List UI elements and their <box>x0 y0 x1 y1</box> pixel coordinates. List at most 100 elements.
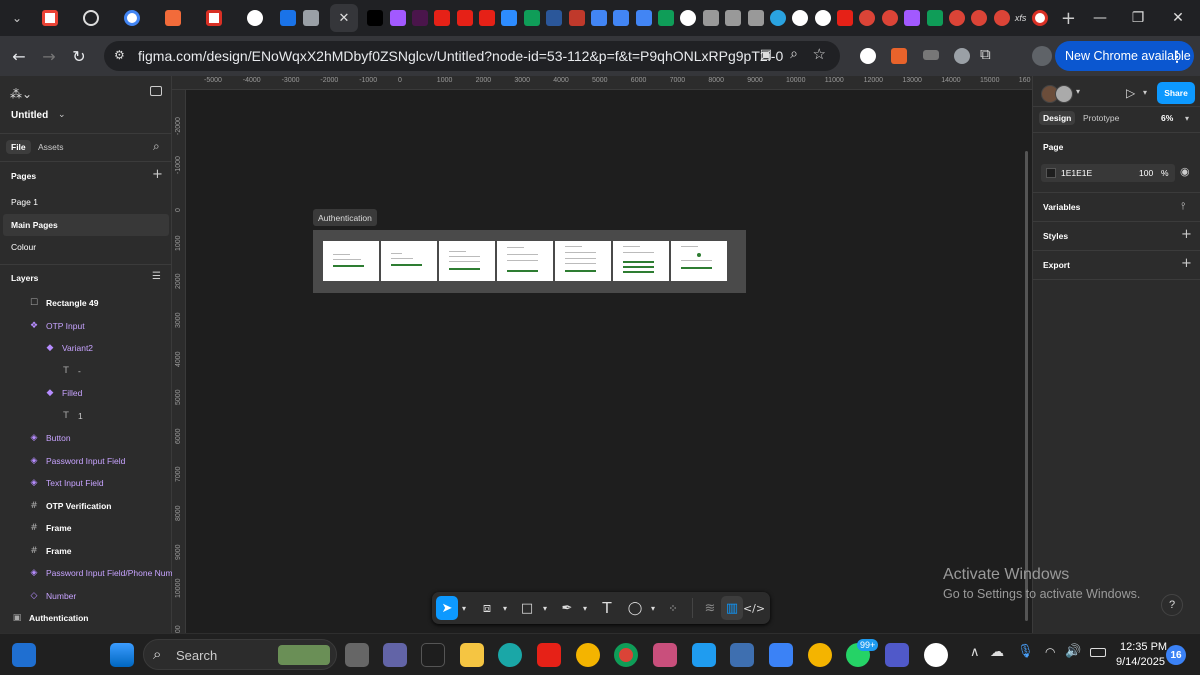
present-chevron-icon[interactable]: ▾ <box>1143 88 1147 97</box>
layer-row[interactable]: ◇ Number <box>28 585 77 607</box>
docs-pinned-tab-icon[interactable] <box>635 10 652 26</box>
layer-row[interactable]: # Frame <box>28 540 71 562</box>
layer-row[interactable]: # OTP Verification <box>28 495 111 517</box>
add-export-plus-icon[interactable]: + <box>1181 256 1192 271</box>
pen-tool-chevron-icon[interactable]: ▾ <box>580 596 590 620</box>
window-restore-icon[interactable]: ❐ <box>1116 0 1160 36</box>
new-tab-plus-icon[interactable]: + <box>1057 7 1079 29</box>
extension-camera-icon[interactable] <box>954 48 970 64</box>
move-tool-chevron-icon[interactable]: ▾ <box>458 596 470 620</box>
page-item-main-pages[interactable]: Main Pages <box>3 214 169 236</box>
extension-1-icon[interactable] <box>860 48 876 64</box>
chrome-pinned-tab-icon[interactable] <box>993 10 1010 26</box>
app-pinned-tab-icon[interactable] <box>702 10 719 26</box>
design-mode-icon[interactable]: ▥ <box>721 596 743 620</box>
visibility-eye-icon[interactable]: ◉ <box>1180 165 1190 178</box>
layer-row[interactable]: ❖ OTP Input <box>28 315 85 337</box>
app-pinned-tab-icon[interactable] <box>747 10 764 26</box>
file-name-chevron-icon[interactable]: ⌄ <box>58 110 66 120</box>
figma-pinned-tab-icon[interactable] <box>389 10 406 26</box>
chrome-canary-icon[interactable] <box>576 643 600 667</box>
app-green-pinned-tab-icon[interactable] <box>926 10 943 26</box>
tab-assets[interactable]: Assets <box>38 142 64 152</box>
google-tab-icon[interactable] <box>124 10 140 26</box>
openai-tab-icon[interactable] <box>83 10 99 26</box>
figma-app-icon[interactable] <box>421 643 445 667</box>
tab-prototype[interactable]: Prototype <box>1083 113 1119 123</box>
camera-tab-icon[interactable] <box>303 10 319 26</box>
extensions-puzzle-icon[interactable]: ⧉ <box>980 45 991 63</box>
frame-tool-icon[interactable]: ⧈ <box>474 596 500 620</box>
reload-icon[interactable]: ↻ <box>64 41 94 71</box>
show-hidden-icons-chevron[interactable]: ∧ <box>970 645 980 660</box>
layer-row[interactable]: ◈ Password Input Field <box>28 450 126 472</box>
windows-start-icon[interactable] <box>110 643 134 667</box>
frame-thumbnail[interactable] <box>671 241 727 281</box>
toggle-sidebar-icon[interactable] <box>150 86 162 96</box>
gmail-tab-icon[interactable] <box>42 10 58 26</box>
frame-thumbnail[interactable] <box>497 241 553 281</box>
add-page-plus-icon[interactable]: + <box>152 167 163 182</box>
design-canvas[interactable] <box>186 90 1032 633</box>
page-item-page-1[interactable]: Page 1 <box>0 191 172 213</box>
zoom-level[interactable]: 6% <box>1161 113 1173 123</box>
layer-row[interactable]: ◈ Text Input Field <box>28 472 104 494</box>
app-orange-tab-icon[interactable] <box>165 10 181 26</box>
figma-pinned-tab-icon[interactable] <box>904 10 921 26</box>
sheets-pinned-tab-icon[interactable] <box>658 10 675 26</box>
chrome-pinned-tab-icon[interactable] <box>948 10 965 26</box>
shape-tool-chevron-icon[interactable]: ▾ <box>540 596 550 620</box>
wifi-icon[interactable]: ◠ <box>1045 645 1055 659</box>
snipping-tool-icon[interactable] <box>653 643 677 667</box>
media-tab-icon[interactable] <box>280 10 296 26</box>
github-pinned-tab-icon[interactable] <box>814 10 831 26</box>
zoom-magnifier-icon[interactable]: ⌕ <box>790 46 798 62</box>
extension-keyboard-icon[interactable] <box>923 50 939 60</box>
media-player-icon[interactable] <box>924 643 948 667</box>
frame-thumbnail[interactable] <box>323 241 379 281</box>
vscode-icon[interactable] <box>692 643 716 667</box>
frame-thumbnail[interactable] <box>439 241 495 281</box>
install-app-icon[interactable]: ▣ <box>760 47 772 62</box>
word-pinned-tab-icon[interactable] <box>546 10 563 26</box>
frame-tool-chevron-icon[interactable]: ▾ <box>500 596 510 620</box>
draw-mode-icon[interactable]: ≋ <box>699 596 721 620</box>
present-play-icon[interactable]: ▷ <box>1126 86 1135 100</box>
authentication-section[interactable] <box>313 230 746 293</box>
layer-row[interactable]: ☐ Rectangle 49 <box>28 292 99 314</box>
back-arrow-icon[interactable]: ← <box>4 41 34 71</box>
app-pinned-tab-icon[interactable] <box>725 10 742 26</box>
url-text[interactable]: figma.com/design/ENoWqxX2hMDbyf0ZSNglcv/… <box>138 48 783 64</box>
extension-fox-icon[interactable] <box>891 48 907 64</box>
drive-pinned-tab-icon[interactable] <box>523 10 540 26</box>
github-pinned-tab-icon[interactable] <box>792 10 809 26</box>
text-tool-icon[interactable]: T <box>594 596 620 620</box>
store-icon[interactable] <box>730 643 754 667</box>
volume-icon[interactable]: 🔊 <box>1065 644 1081 659</box>
chrome-pinned-tab-icon[interactable] <box>859 10 876 26</box>
widgets-icon[interactable] <box>12 643 36 667</box>
github-tab-icon[interactable] <box>247 10 263 26</box>
task-view-icon[interactable] <box>345 643 369 667</box>
youtube-pinned-tab-icon[interactable] <box>434 10 451 26</box>
help-icon[interactable]: ? <box>1161 594 1183 616</box>
battery-icon[interactable] <box>1090 648 1106 657</box>
profile-avatar-icon[interactable] <box>1032 46 1052 66</box>
avatars-chevron-icon[interactable]: ▾ <box>1076 87 1080 96</box>
layers-list-icon[interactable]: ☰ <box>152 271 161 282</box>
chat-app-icon[interactable] <box>383 643 407 667</box>
chrome-yellow-icon[interactable] <box>808 643 832 667</box>
app-red-tab-icon[interactable] <box>206 10 222 26</box>
telegram-pinned-tab-icon[interactable] <box>769 10 786 26</box>
tab-file[interactable]: File <box>6 140 31 154</box>
layer-row[interactable]: T- <box>60 360 81 382</box>
tab-xfs-label[interactable]: xfs <box>1015 13 1027 23</box>
variables-settings-icon[interactable]: ⫯ <box>1181 201 1185 212</box>
right-panel-scrollbar[interactable] <box>1025 151 1028 621</box>
record-tab-icon[interactable] <box>1032 10 1049 26</box>
window-close-icon[interactable]: ✕ <box>1156 0 1200 36</box>
page-color-hex[interactable]: 1E1E1E <box>1061 168 1092 178</box>
dev-mode-icon[interactable]: </> <box>743 596 765 620</box>
terminal-pinned-tab-icon[interactable] <box>367 10 384 26</box>
comment-tool-chevron-icon[interactable]: ▾ <box>648 596 658 620</box>
